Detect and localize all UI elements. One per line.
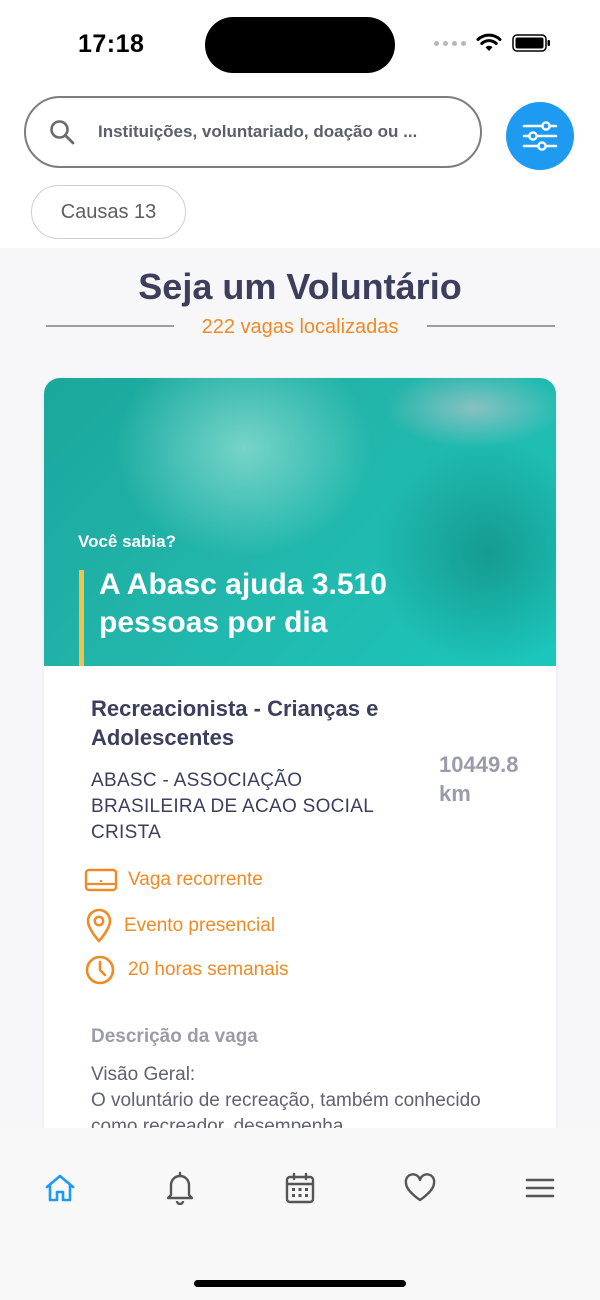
card-image: Você sabia? A Abasc ajuda 3.510 pessoas … xyxy=(44,378,556,666)
main-content: Seja um Voluntário 222 vagas localizadas… xyxy=(0,248,600,1128)
volunteer-job-card[interactable]: Você sabia? A Abasc ajuda 3.510 pessoas … xyxy=(44,378,556,1128)
results-count: 222 vagas localizadas xyxy=(201,316,399,338)
clock-icon xyxy=(85,955,115,985)
distance: 10449.8 km xyxy=(439,752,519,806)
dynamic-island xyxy=(205,17,395,73)
job-hours-row: 20 horas semanais xyxy=(84,954,289,986)
organization-name: ABASC - ASSOCIAÇÃO BRASILEIRA DE ACAO SO… xyxy=(91,770,374,843)
job-type-row: Vaga recorrente xyxy=(84,866,263,894)
search-row: Instituições, voluntariado, doação ou ..… xyxy=(0,92,600,174)
page-title: Seja um Voluntário xyxy=(138,266,462,307)
menu-icon xyxy=(525,1178,555,1198)
battery-icon xyxy=(512,34,550,52)
image-kicker: Você sabia? xyxy=(78,532,176,551)
causes-filter-chip[interactable]: Causas 13 xyxy=(31,185,186,239)
home-icon xyxy=(45,1174,75,1202)
job-type-label: Vaga recorrente xyxy=(128,869,263,890)
status-time: 17:18 xyxy=(78,30,145,58)
job-hours-label: 20 horas semanais xyxy=(128,959,289,980)
status-icons xyxy=(434,33,552,53)
search-placeholder: Instituições, voluntariado, doação ou ..… xyxy=(98,122,418,141)
cellular-signal-icon xyxy=(434,40,466,46)
sliders-icon xyxy=(522,121,558,151)
divider xyxy=(427,325,555,327)
job-mode-label: Evento presencial xyxy=(124,915,276,936)
calendar-icon xyxy=(285,1172,315,1204)
image-headline: A Abasc ajuda 3.510 pessoas por dia xyxy=(99,568,387,639)
wifi-icon xyxy=(476,33,502,51)
nav-favorites[interactable] xyxy=(398,1166,442,1210)
heart-icon xyxy=(404,1173,436,1202)
nav-notifications[interactable] xyxy=(158,1166,202,1210)
job-mode-row: Evento presencial xyxy=(84,908,275,944)
filter-chip-row: Causas 13 xyxy=(0,174,600,248)
search-icon xyxy=(50,120,75,145)
description-heading: Descrição da vaga xyxy=(91,1026,258,1047)
briefcase-icon xyxy=(84,868,118,892)
status-bar: 17:18 xyxy=(0,0,600,92)
nav-menu[interactable] xyxy=(518,1166,562,1210)
bottom-navigation xyxy=(0,1128,600,1300)
image-accent-bar xyxy=(79,570,84,666)
nav-calendar[interactable] xyxy=(278,1166,322,1210)
filter-button[interactable] xyxy=(506,102,574,170)
nav-home[interactable] xyxy=(38,1166,82,1210)
search-input[interactable]: Instituições, voluntariado, doação ou ..… xyxy=(24,96,482,168)
location-pin-icon xyxy=(86,908,112,943)
bell-icon xyxy=(166,1171,194,1205)
job-title: Recreacionista - Crianças e Adolescentes xyxy=(91,696,379,750)
description-text: Visão Geral: O voluntário de recreação, … xyxy=(91,1064,481,1128)
home-indicator xyxy=(194,1280,406,1287)
